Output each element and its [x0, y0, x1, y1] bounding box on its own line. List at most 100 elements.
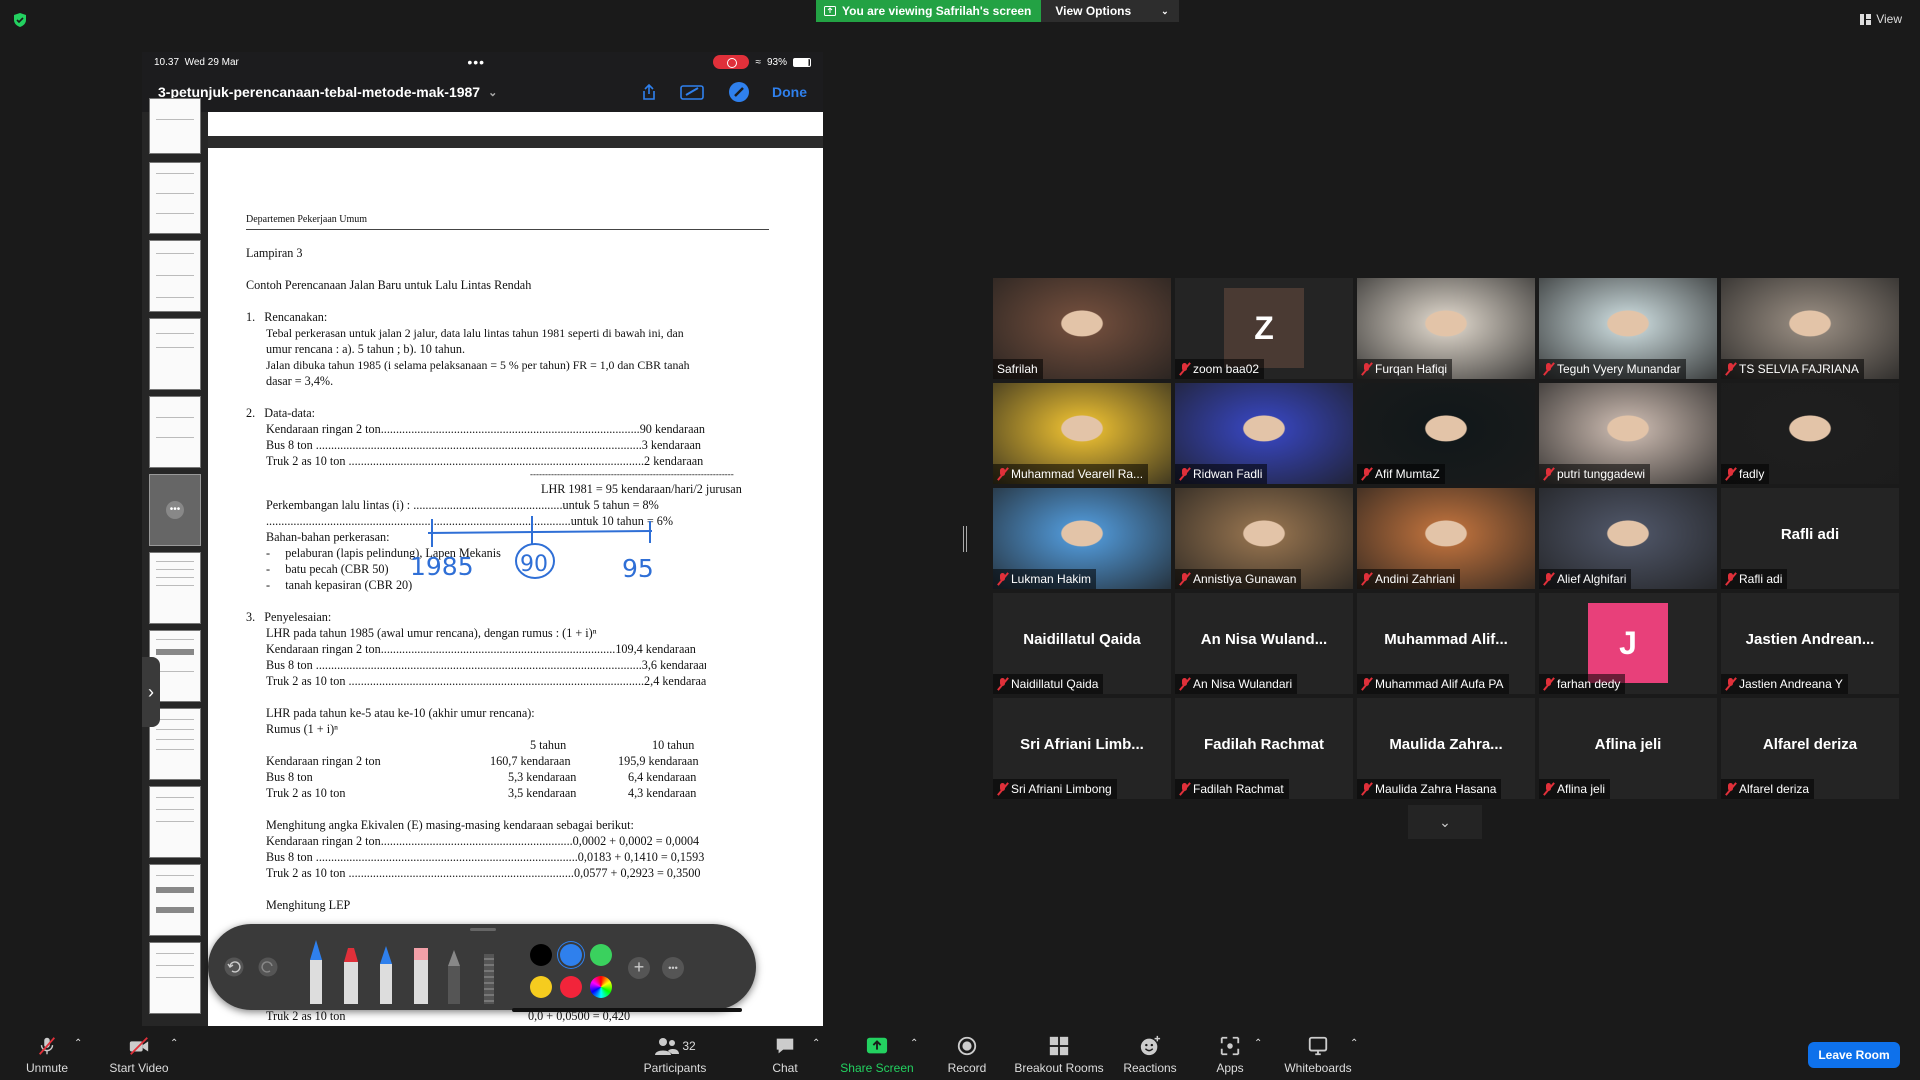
- done-button[interactable]: Done: [772, 84, 807, 100]
- participant-tile[interactable]: Lukman Hakim: [993, 488, 1171, 589]
- participant-tile[interactable]: Furqan Hafiqi: [1357, 278, 1535, 379]
- participant-tile[interactable]: putri tunggadewi: [1539, 383, 1717, 484]
- next-page-button[interactable]: ⌄: [1408, 805, 1482, 839]
- sidebar-toggle[interactable]: ›: [142, 657, 160, 727]
- participant-tile[interactable]: Alfarel deriza Alfarel deriza: [1721, 698, 1899, 799]
- page-thumbnail[interactable]: [149, 240, 201, 312]
- pencil-circle-icon[interactable]: [728, 81, 750, 103]
- view-button[interactable]: View: [1860, 12, 1902, 26]
- participant-tile[interactable]: Afif MumtaZ: [1357, 383, 1535, 484]
- color-black[interactable]: [530, 944, 552, 966]
- recording-indicator: [713, 55, 750, 69]
- participants-button[interactable]: 32 Participants: [640, 1028, 710, 1080]
- page-thumbnail[interactable]: [149, 162, 201, 234]
- page-thumbnail[interactable]: [149, 318, 201, 390]
- share-screen-icon: [866, 1037, 888, 1054]
- whiteboards-button[interactable]: Whiteboards: [1282, 1028, 1354, 1080]
- apps-label: Apps: [1216, 1061, 1244, 1075]
- split-view-handle[interactable]: [963, 526, 967, 552]
- participant-tile[interactable]: Fadilah Rachmat Fadilah Rachmat: [1175, 698, 1353, 799]
- breakout-rooms-label: Breakout Rooms: [1014, 1061, 1104, 1075]
- apps-button[interactable]: Apps: [1210, 1028, 1250, 1080]
- participant-tile[interactable]: Annistiya Gunawan: [1175, 488, 1353, 589]
- participant-name: Jastien Andreana Y: [1739, 677, 1843, 691]
- participant-tile[interactable]: Muhammad Vearell Ra...: [993, 383, 1171, 484]
- table-cell: Truk 2 as 10 ton: [266, 786, 346, 800]
- chat-options-caret[interactable]: ⌃: [812, 1038, 820, 1049]
- participant-display-name: Sri Afriani Limb...: [1020, 736, 1144, 753]
- participant-display-name: Muhammad Alif...: [1384, 631, 1508, 648]
- apps-options-caret[interactable]: ⌃: [1254, 1038, 1262, 1049]
- color-red[interactable]: [560, 976, 582, 998]
- participant-tile[interactable]: Rafli adi Rafli adi: [1721, 488, 1899, 589]
- doc-line: LHR 1981 = 95 kendaraan/hari/2 jurusan: [541, 482, 742, 496]
- participant-tile[interactable]: Sri Afriani Limb... Sri Afriani Limbong: [993, 698, 1171, 799]
- start-video-button[interactable]: Start Video: [104, 1028, 174, 1080]
- document-title-bar: 3-petunjuk-perencanaan-tebal-metode-mak-…: [142, 72, 823, 112]
- share-screen-button[interactable]: Share Screen: [840, 1028, 914, 1080]
- participant-tile[interactable]: Jastien Andrean... Jastien Andreana Y: [1721, 593, 1899, 694]
- document-title[interactable]: 3-petunjuk-perencanaan-tebal-metode-mak-…: [158, 84, 480, 100]
- participant-tile[interactable]: Alief Alghifari: [1539, 488, 1717, 589]
- page-thumbnail-current[interactable]: •••: [149, 474, 201, 546]
- participant-tile[interactable]: Teguh Vyery Munandar: [1539, 278, 1717, 379]
- participant-tile[interactable]: An Nisa Wuland... An Nisa Wulandari: [1175, 593, 1353, 694]
- undo-icon[interactable]: [224, 957, 244, 977]
- chevron-down-icon[interactable]: ⌄: [488, 86, 497, 99]
- video-options-caret[interactable]: ⌃: [170, 1038, 178, 1049]
- record-icon: [957, 1036, 977, 1056]
- color-picker-wheel[interactable]: [590, 976, 612, 998]
- participant-tile[interactable]: Ridwan Fadli: [1175, 383, 1353, 484]
- add-icon[interactable]: +: [628, 957, 650, 979]
- participant-tile[interactable]: Muhammad Alif... Muhammad Alif Aufa PA: [1357, 593, 1535, 694]
- drawing-tools[interactable]: [304, 936, 484, 1004]
- participant-tile[interactable]: Safrilah: [993, 278, 1171, 379]
- status-time: 10.37: [154, 56, 180, 68]
- view-options-button[interactable]: View Options ⌄: [1041, 0, 1179, 22]
- page-thumbnail[interactable]: [149, 942, 201, 1014]
- chat-button[interactable]: Chat: [760, 1028, 810, 1080]
- whiteboards-options-caret[interactable]: ⌃: [1350, 1038, 1358, 1049]
- security-shield-icon[interactable]: [12, 12, 28, 28]
- share-options-caret[interactable]: ⌃: [910, 1038, 918, 1049]
- shared-screen[interactable]: 10.37 Wed 29 Mar ••• ≈ 93% 3-petunjuk-pe…: [142, 52, 823, 1026]
- reactions-button[interactable]: Reactions: [1120, 1028, 1180, 1080]
- more-options-icon[interactable]: •••: [166, 501, 184, 519]
- participant-tile[interactable]: Aflina jeli Aflina jeli: [1539, 698, 1717, 799]
- muted-mic-icon: [1543, 782, 1554, 796]
- page-thumbnail[interactable]: [149, 98, 201, 154]
- more-icon[interactable]: •••: [662, 957, 684, 979]
- page-thumbnail[interactable]: [149, 552, 201, 624]
- share-icon[interactable]: [640, 83, 658, 101]
- participants-icon: 32: [652, 1035, 698, 1057]
- color-blue-selected[interactable]: [558, 942, 584, 968]
- participant-tile[interactable]: Naidillatul Qaida Naidillatul Qaida: [993, 593, 1171, 694]
- audio-options-caret[interactable]: ⌃: [74, 1038, 82, 1049]
- page-thumbnail[interactable]: [149, 396, 201, 468]
- page-thumbnail[interactable]: [149, 786, 201, 858]
- muted-mic-icon: [38, 1037, 56, 1055]
- participant-tile[interactable]: Zzoom baa02: [1175, 278, 1353, 379]
- palette-grab-handle[interactable]: [470, 928, 496, 931]
- participant-tile[interactable]: Maulida Zahra... Maulida Zahra Hasana: [1357, 698, 1535, 799]
- table-header: 10 tahun: [652, 738, 695, 752]
- participant-name: Maulida Zahra Hasana: [1375, 782, 1497, 796]
- participant-tile[interactable]: Jfarhan dedy: [1539, 593, 1717, 694]
- previous-page-edge: [208, 112, 823, 136]
- participant-tile[interactable]: fadly: [1721, 383, 1899, 484]
- page-thumbnail[interactable]: [149, 864, 201, 936]
- leave-room-button[interactable]: Leave Room: [1808, 1042, 1900, 1068]
- participant-name: putri tunggadewi: [1557, 467, 1646, 481]
- unmute-button[interactable]: Unmute: [22, 1028, 72, 1080]
- color-green[interactable]: [590, 944, 612, 966]
- muted-mic-icon: [1543, 362, 1554, 376]
- participant-tile[interactable]: TS SELVIA FAJRIANA: [1721, 278, 1899, 379]
- ruler-tool-icon[interactable]: [484, 954, 494, 1004]
- breakout-rooms-button[interactable]: Breakout Rooms: [1012, 1028, 1106, 1080]
- doc-line: Menghitung LEP: [266, 898, 351, 912]
- participant-tile[interactable]: Andini Zahriani: [1357, 488, 1535, 589]
- redo-icon[interactable]: [258, 957, 278, 977]
- color-yellow[interactable]: [530, 976, 552, 998]
- record-button[interactable]: Record: [942, 1028, 992, 1080]
- markup-icon[interactable]: [680, 83, 706, 101]
